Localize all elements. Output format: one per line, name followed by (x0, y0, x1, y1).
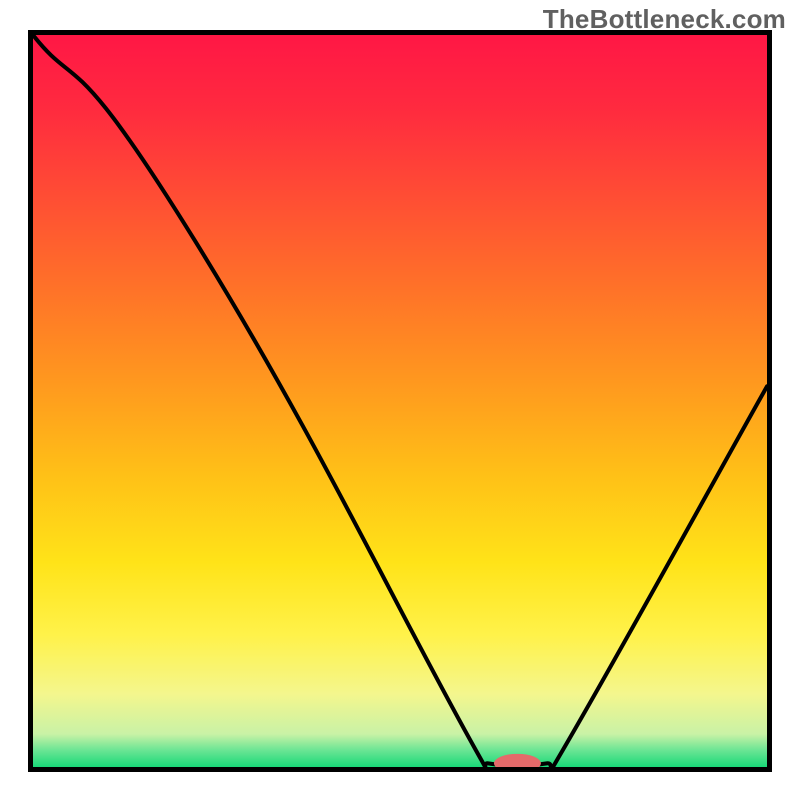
watermark-text: TheBottleneck.com (543, 4, 786, 35)
chart-svg (33, 35, 767, 767)
chart-frame (28, 30, 772, 772)
chart-background (33, 35, 767, 767)
chart-container: TheBottleneck.com (0, 0, 800, 800)
